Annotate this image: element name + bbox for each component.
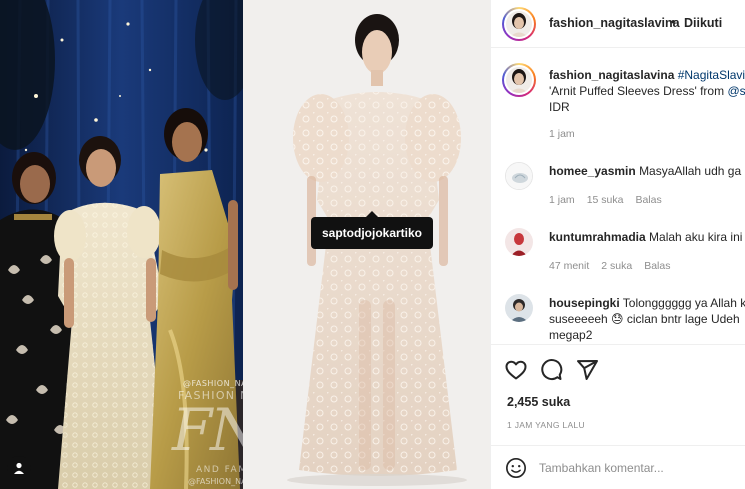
separator-dot: •: [671, 15, 676, 29]
caption-mention[interactable]: @s: [727, 84, 745, 98]
post-actions: 2,455 suka 1 JAM YANG LALU: [491, 345, 745, 445]
like-count[interactable]: 2,455 suka: [507, 395, 570, 409]
comment-meta: 47 menit 2 suka Balas: [549, 260, 682, 272]
comment-input[interactable]: [539, 457, 739, 479]
author-username[interactable]: fashion_nagitaslavina: [549, 16, 680, 30]
author-avatar[interactable]: [502, 7, 536, 41]
comment-meta: 1 jam 15 suka Balas: [549, 194, 674, 206]
caption-username[interactable]: fashion_nagitaslavina: [549, 68, 674, 82]
add-comment-bar: [491, 445, 745, 489]
following-button[interactable]: Diikuti: [684, 16, 722, 30]
user-tag-button[interactable]: [7, 456, 31, 480]
reply-button[interactable]: Balas: [644, 260, 670, 272]
post-side-panel: fashion_nagitaslavina • Diikuti fashion_…: [490, 0, 745, 489]
comment-likes[interactable]: 2 suka: [601, 260, 632, 272]
comment-body-line2: suseeeeeh 😓 ciclan bntr lage Udeh: [549, 312, 740, 326]
comment-time: 1 jam: [549, 194, 575, 206]
emoji-icon[interactable]: [505, 457, 527, 479]
product-tag-label: saptodjojokartiko: [322, 226, 423, 240]
comment-avatar[interactable]: [505, 228, 533, 256]
heart-icon[interactable]: [504, 358, 528, 382]
reply-button[interactable]: Balas: [635, 194, 661, 206]
watermark-handle: @FASHION_NAGITASLAVINA: [183, 379, 243, 388]
share-icon[interactable]: [575, 358, 599, 382]
event-photo: @FASHION_NAGITASLAVINA FASHION NAGITA SL…: [0, 0, 243, 489]
comment-body-line3: megap2: [549, 328, 593, 342]
comment-username[interactable]: homee_yasmin: [549, 164, 636, 178]
comment-icon[interactable]: [539, 358, 563, 382]
comment-body: MasyaAllah udh ga k: [639, 164, 745, 178]
post-media[interactable]: @FASHION_NAGITASLAVINA FASHION NAGITA SL…: [0, 0, 490, 489]
user-tag-icon: [14, 462, 24, 474]
caption-time: 1 jam: [549, 128, 575, 140]
caption-text: fashion_nagitaslavina #NagitaSlavina 'Ar…: [549, 67, 745, 115]
product-tag[interactable]: saptodjojokartiko: [311, 211, 434, 249]
watermark-handle-bottom: @FASHION_NAGITASLAVINA: [188, 477, 243, 486]
watermark-family: AND FAMILY: [196, 465, 243, 475]
comment-text: housepingki Tolongggggg ya Allah kr suse…: [549, 295, 745, 343]
watermark-monogram: FNS: [172, 396, 243, 464]
comment-time: 47 menit: [549, 260, 590, 272]
comment-avatar[interactable]: [505, 294, 533, 322]
comment-text: kuntumrahmadia Malah aku kira ini: [549, 229, 742, 245]
post-timestamp[interactable]: 1 JAM YANG LALU: [507, 420, 585, 430]
comment-username[interactable]: kuntumrahmadia: [549, 230, 646, 244]
comment-body: Malah aku kira ini: [649, 230, 743, 244]
caption-avatar[interactable]: [502, 63, 536, 97]
comment-text: homee_yasmin MasyaAllah udh ga k: [549, 163, 745, 179]
comment-username[interactable]: housepingki: [549, 296, 620, 310]
comments-list[interactable]: fashion_nagitaslavina #NagitaSlavina 'Ar…: [491, 49, 745, 345]
comment-body: Tolongggggg ya Allah kr: [622, 296, 745, 310]
caption-hashtag[interactable]: #NagitaSlavina: [678, 68, 745, 82]
comment-avatar[interactable]: [505, 162, 533, 190]
comment-likes[interactable]: 15 suka: [587, 194, 624, 206]
caption-line3: IDR: [549, 100, 570, 114]
post-header: fashion_nagitaslavina • Diikuti: [491, 0, 745, 48]
caption-line2: 'Arnit Puffed Sleeves Dress' from: [549, 84, 728, 98]
